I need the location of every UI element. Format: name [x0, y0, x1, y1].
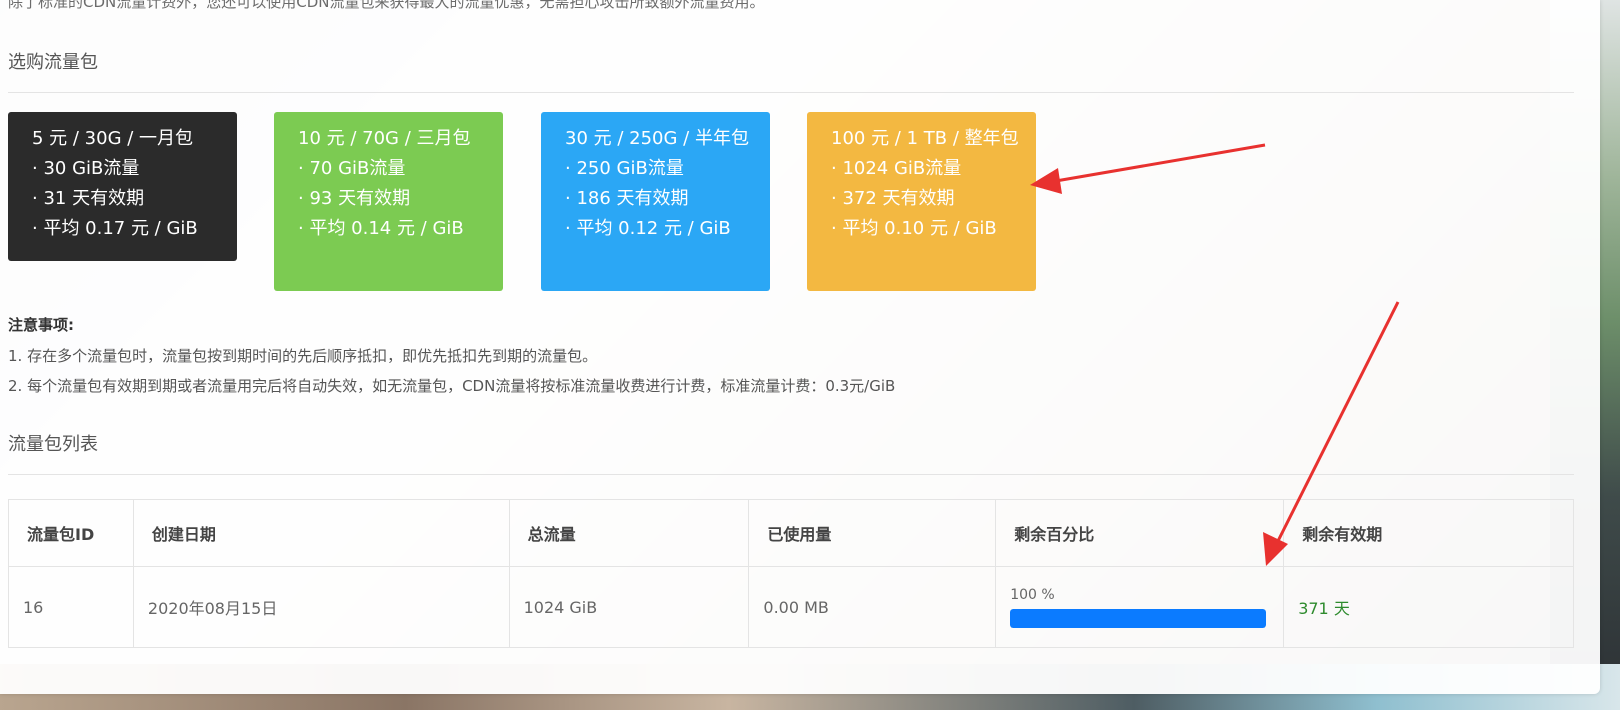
package-validity: · 372 天有效期	[831, 188, 955, 209]
column-header-id: 流量包ID	[8, 499, 134, 567]
package-traffic: · 70 GiB流量	[298, 158, 406, 179]
cell-total-traffic: 1024 GiB	[508, 566, 750, 648]
column-header-created-date: 创建日期	[132, 499, 510, 567]
notes-title: 注意事项:	[8, 316, 74, 334]
list-title: 流量包列表	[8, 434, 98, 455]
percent-label: 100 %	[1010, 586, 1055, 603]
package-average-price: · 平均 0.14 元 / GiB	[298, 218, 464, 239]
package-title: 10 元 / 70G / 三月包	[298, 128, 471, 149]
column-header-used: 已使用量	[748, 499, 997, 567]
table-header-row: 流量包ID 创建日期 总流量 已使用量 剩余百分比 剩余有效期	[8, 499, 1574, 567]
package-traffic: · 250 GiB流量	[565, 158, 684, 179]
table-row: 16 2020年08月15日 1024 GiB 0.00 MB 100 % 37…	[8, 566, 1574, 648]
package-card-quarterly[interactable]: 10 元 / 70G / 三月包 · 70 GiB流量 · 93 天有效期 · …	[274, 112, 503, 291]
intro-text: 除了标准的CDN流量计费外，您还可以使用CDN流量包来获得最大的流量优惠，无需担…	[8, 0, 765, 11]
shop-title: 选购流量包	[8, 52, 98, 73]
cell-remaining-validity: 371 天	[1283, 566, 1574, 648]
list-divider	[8, 474, 1574, 475]
cell-id: 16	[8, 566, 134, 648]
package-card-monthly[interactable]: 5 元 / 30G / 一月包 · 30 GiB流量 · 31 天有效期 · 平…	[8, 112, 237, 261]
package-title: 100 元 / 1 TB / 整年包	[831, 128, 1019, 149]
package-title: 5 元 / 30G / 一月包	[32, 128, 194, 149]
package-average-price: · 平均 0.12 元 / GiB	[565, 218, 731, 239]
package-validity: · 31 天有效期	[32, 188, 145, 209]
package-average-price: · 平均 0.17 元 / GiB	[32, 218, 198, 239]
progress-fill	[1010, 608, 1267, 628]
shop-divider	[8, 92, 1574, 93]
column-header-remaining-percent: 剩余百分比	[995, 499, 1285, 567]
package-validity: · 93 天有效期	[298, 188, 411, 209]
cell-created-date: 2020年08月15日	[132, 566, 510, 648]
remaining-days: 371 天	[1298, 599, 1350, 618]
package-validity: · 186 天有效期	[565, 188, 689, 209]
package-traffic: · 1024 GiB流量	[831, 158, 962, 179]
note-item: 1. 存在多个流量包时，流量包按到期时间的先后顺序抵扣，即优先抵扣先到期的流量包…	[8, 347, 598, 365]
cell-used: 0.00 MB	[748, 566, 997, 648]
package-title: 30 元 / 250G / 半年包	[565, 128, 749, 149]
column-header-total-traffic: 总流量	[508, 499, 750, 567]
package-card-yearly[interactable]: 100 元 / 1 TB / 整年包 · 1024 GiB流量 · 372 天有…	[807, 112, 1036, 291]
remaining-progress-bar	[1010, 608, 1267, 628]
package-traffic: · 30 GiB流量	[32, 158, 140, 179]
note-item: 2. 每个流量包有效期到期或者流量用完后将自动失效，如无流量包，CDN流量将按标…	[8, 377, 896, 395]
column-header-remaining-validity: 剩余有效期	[1283, 499, 1574, 567]
traffic-package-table: 流量包ID 创建日期 总流量 已使用量 剩余百分比 剩余有效期 16 2020年…	[8, 499, 1574, 648]
package-card-half-year[interactable]: 30 元 / 250G / 半年包 · 250 GiB流量 · 186 天有效期…	[541, 112, 770, 291]
package-average-price: · 平均 0.10 元 / GiB	[831, 218, 997, 239]
content-panel: 除了标准的CDN流量计费外，您还可以使用CDN流量包来获得最大的流量优惠，无需担…	[0, 0, 1600, 694]
cell-remaining-percent: 100 %	[995, 566, 1285, 648]
